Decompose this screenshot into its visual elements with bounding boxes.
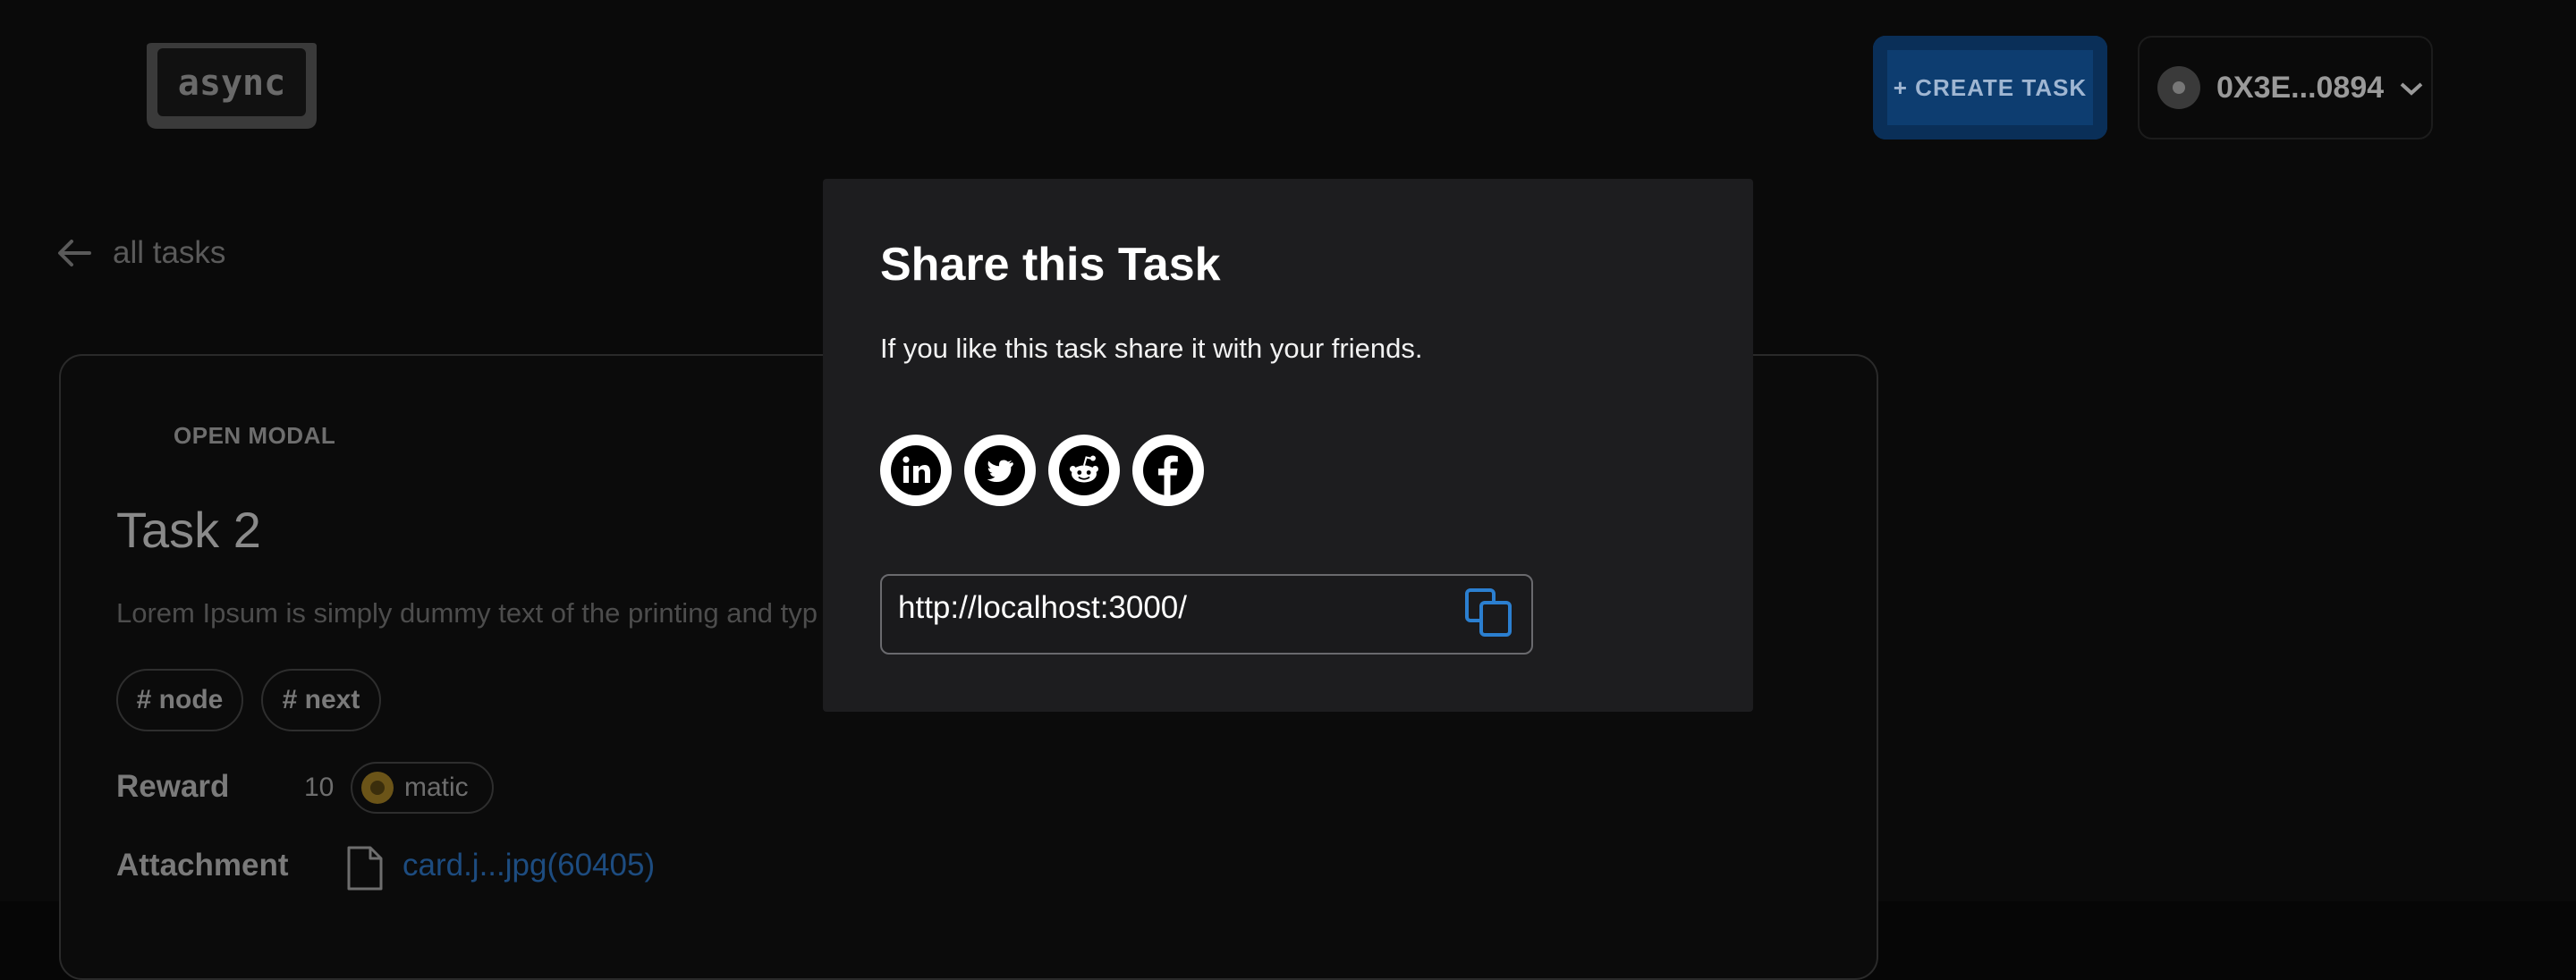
- wallet-address: 0X3E...0894: [2216, 70, 2385, 105]
- share-url-text: http://localhost:3000/: [898, 590, 1187, 625]
- back-link-label: all tasks: [113, 235, 226, 270]
- wallet-button[interactable]: 0X3E...0894: [2138, 36, 2433, 139]
- create-task-label: + CREATE TASK: [1893, 73, 2088, 101]
- arrow-left-icon: [58, 240, 91, 266]
- matic-coin-icon: [361, 772, 394, 804]
- share-url-field[interactable]: http://localhost:3000/: [880, 574, 1533, 655]
- attachment-label: Attachment: [116, 848, 289, 883]
- share-twitter-button[interactable]: [964, 435, 1036, 506]
- share-linkedin-button[interactable]: [880, 435, 952, 506]
- wallet-avatar: [2157, 66, 2200, 109]
- modal-title: Share this Task: [880, 239, 1221, 291]
- async-logo[interactable]: async: [143, 39, 318, 132]
- reward-token-label: matic: [404, 773, 469, 802]
- social-share-list: [880, 435, 1204, 506]
- open-modal-button[interactable]: OPEN MODAL: [174, 422, 335, 450]
- reward-value: 10: [304, 773, 335, 802]
- twitter-icon: [975, 445, 1025, 495]
- reward-token-badge: matic: [351, 762, 494, 814]
- create-task-button[interactable]: + CREATE TASK: [1873, 36, 2107, 139]
- share-facebook-button[interactable]: [1132, 435, 1204, 506]
- task-description: Lorem Ipsum is simply dummy text of the …: [116, 597, 818, 629]
- tag-node[interactable]: # node: [116, 669, 243, 731]
- tag-next[interactable]: # next: [261, 669, 381, 731]
- page-background: async + CREATE TASK 0X3E...0894 all task…: [0, 0, 2576, 980]
- chevron-down-icon: [2400, 74, 2423, 102]
- file-icon: [347, 846, 383, 891]
- share-modal: Share this Task If you like this task sh…: [823, 179, 1753, 712]
- modal-subtitle: If you like this task share it with your…: [880, 333, 1423, 364]
- copy-icon[interactable]: [1463, 587, 1515, 638]
- attachment-link[interactable]: card.j...jpg(60405): [402, 848, 655, 883]
- linkedin-icon: [891, 445, 941, 495]
- task-title: Task 2: [116, 502, 261, 558]
- logo-text: async: [178, 63, 285, 104]
- reward-label: Reward: [116, 769, 230, 804]
- share-reddit-button[interactable]: [1048, 435, 1120, 506]
- reddit-icon: [1059, 445, 1109, 495]
- facebook-icon: [1143, 445, 1193, 495]
- back-link[interactable]: all tasks: [55, 234, 225, 272]
